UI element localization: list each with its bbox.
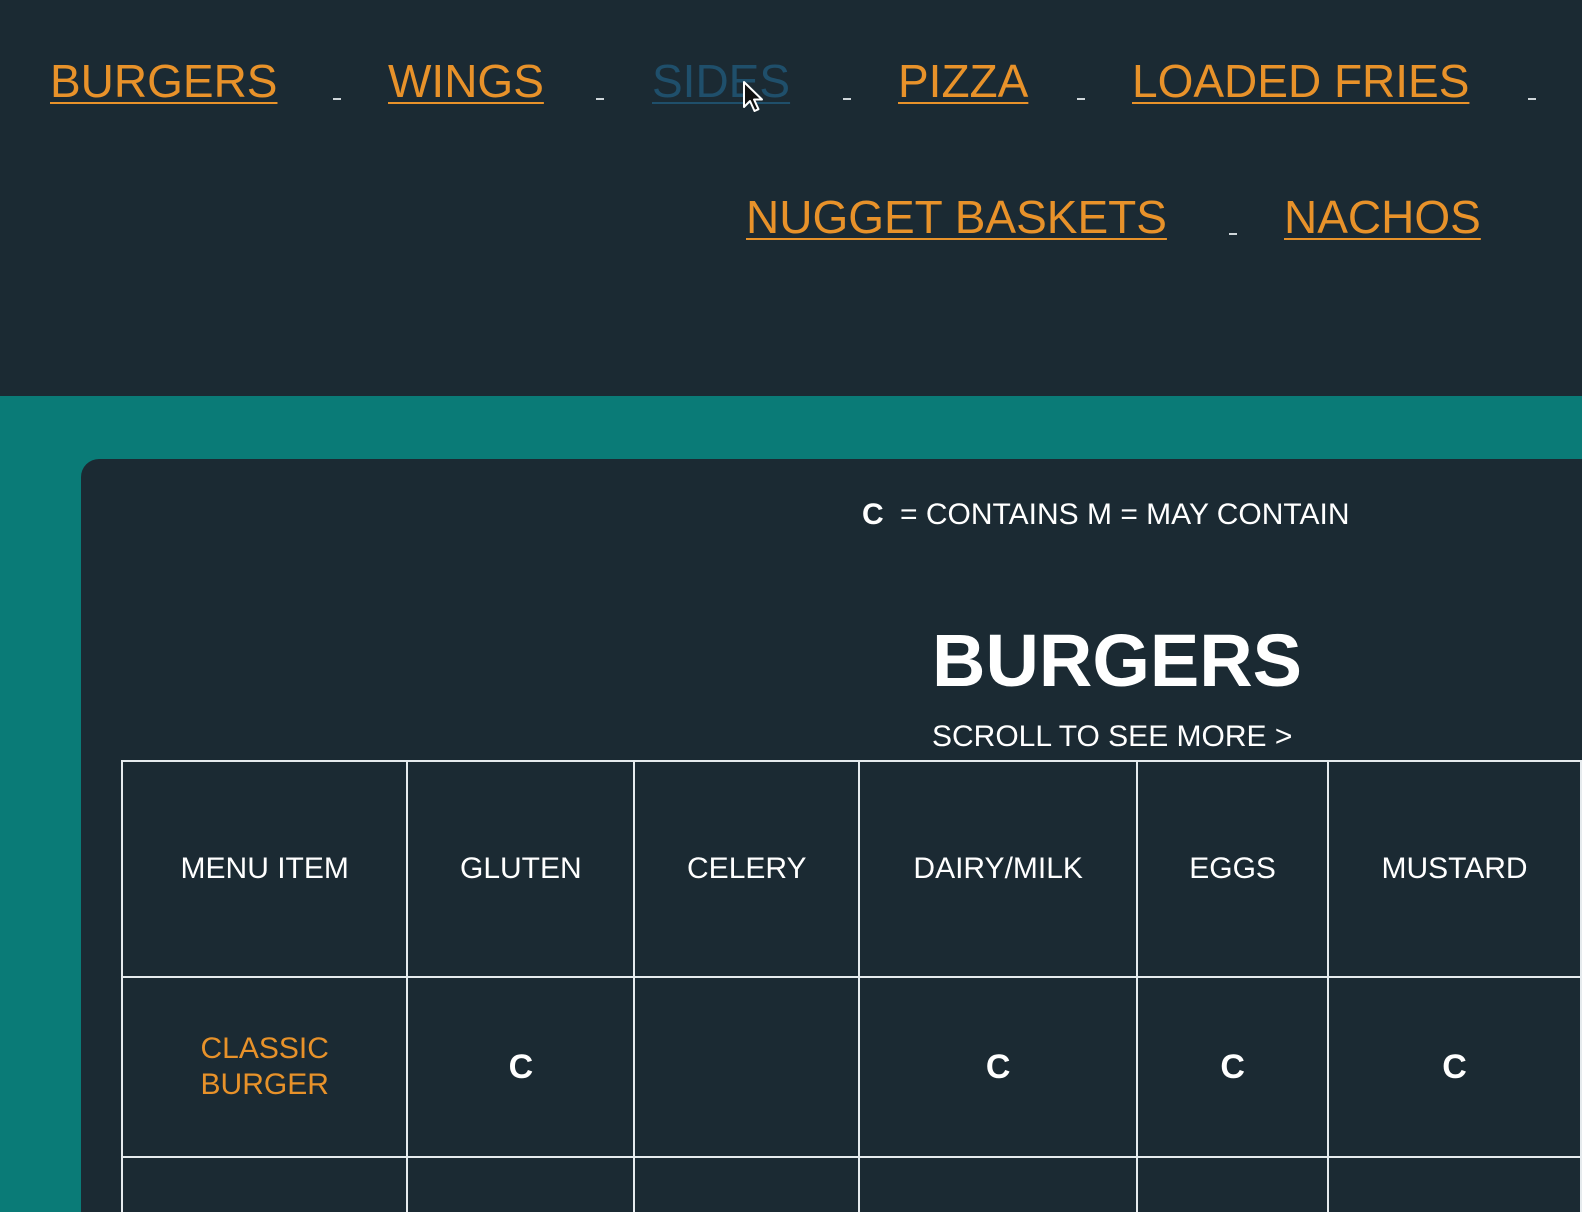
nav-link-loaded-fries[interactable]: LOADED FRIES: [1132, 58, 1469, 104]
page: BURGERS WINGS SIDES PIZZA LOADED FRIES N…: [0, 0, 1582, 1212]
allergen-cell-dairy-milk: C: [858, 976, 1139, 1158]
column-header-celery: CELERY: [633, 760, 861, 978]
nav-separator: [1229, 233, 1237, 235]
mouse-cursor-icon: [743, 81, 763, 112]
scroll-hint: SCROLL TO SEE MORE >: [932, 720, 1293, 753]
nav-separator: [596, 98, 604, 100]
menu-item-name-line2: BURGER: [200, 1068, 329, 1101]
nav-link-wings[interactable]: WINGS: [388, 58, 544, 104]
column-header-gluten: GLUTEN: [406, 760, 636, 978]
table-row: [120, 1156, 1582, 1212]
menu-item-name-line1: CLASSIC: [200, 1032, 329, 1065]
table-cell: [120, 1156, 409, 1212]
column-header-eggs: EGGS: [1136, 760, 1330, 978]
nav-separator: [333, 98, 341, 100]
allergen-cell-eggs: C: [1136, 976, 1330, 1158]
table-cell: [633, 1156, 861, 1212]
allergen-cell-mustard: C: [1327, 976, 1582, 1158]
table-cell: [1327, 1156, 1582, 1212]
nav-separator: [1077, 98, 1085, 100]
legend-text: = CONTAINS M = MAY CONTAIN: [900, 498, 1350, 531]
menu-item-name: CLASSIC BURGER: [120, 976, 409, 1158]
nav-link-burgers[interactable]: BURGERS: [50, 58, 277, 104]
table-cell: [858, 1156, 1139, 1212]
nav-separator: [1528, 98, 1536, 100]
nav-separator: [843, 98, 851, 100]
allergen-table: MENU ITEM GLUTEN CELERY DAIRY/MILK EGGS …: [120, 760, 1582, 1212]
nav-link-sides[interactable]: SIDES: [652, 58, 790, 104]
legend-code: C: [862, 498, 884, 531]
allergen-cell-celery: [633, 976, 861, 1158]
section-title: BURGERS: [932, 619, 1303, 702]
allergen-cell-gluten: C: [406, 976, 636, 1158]
allergen-legend: C = CONTAINS M = MAY CONTAIN: [862, 498, 1350, 532]
column-header-menu-item: MENU ITEM: [120, 760, 409, 978]
table-cell: [406, 1156, 636, 1212]
nav-link-nachos[interactable]: NACHOS: [1284, 194, 1481, 240]
table-header-row: MENU ITEM GLUTEN CELERY DAIRY/MILK EGGS …: [120, 760, 1582, 978]
nav-link-nugget-baskets[interactable]: NUGGET BASKETS: [746, 194, 1167, 240]
table-cell: [1136, 1156, 1330, 1212]
category-nav: BURGERS WINGS SIDES PIZZA LOADED FRIES N…: [0, 0, 1582, 396]
column-header-dairy-milk: DAIRY/MILK: [858, 760, 1139, 978]
table-row: CLASSIC BURGER C C C C: [120, 976, 1582, 1158]
nav-link-pizza[interactable]: PIZZA: [898, 58, 1028, 104]
column-header-mustard: MUSTARD: [1327, 760, 1582, 978]
